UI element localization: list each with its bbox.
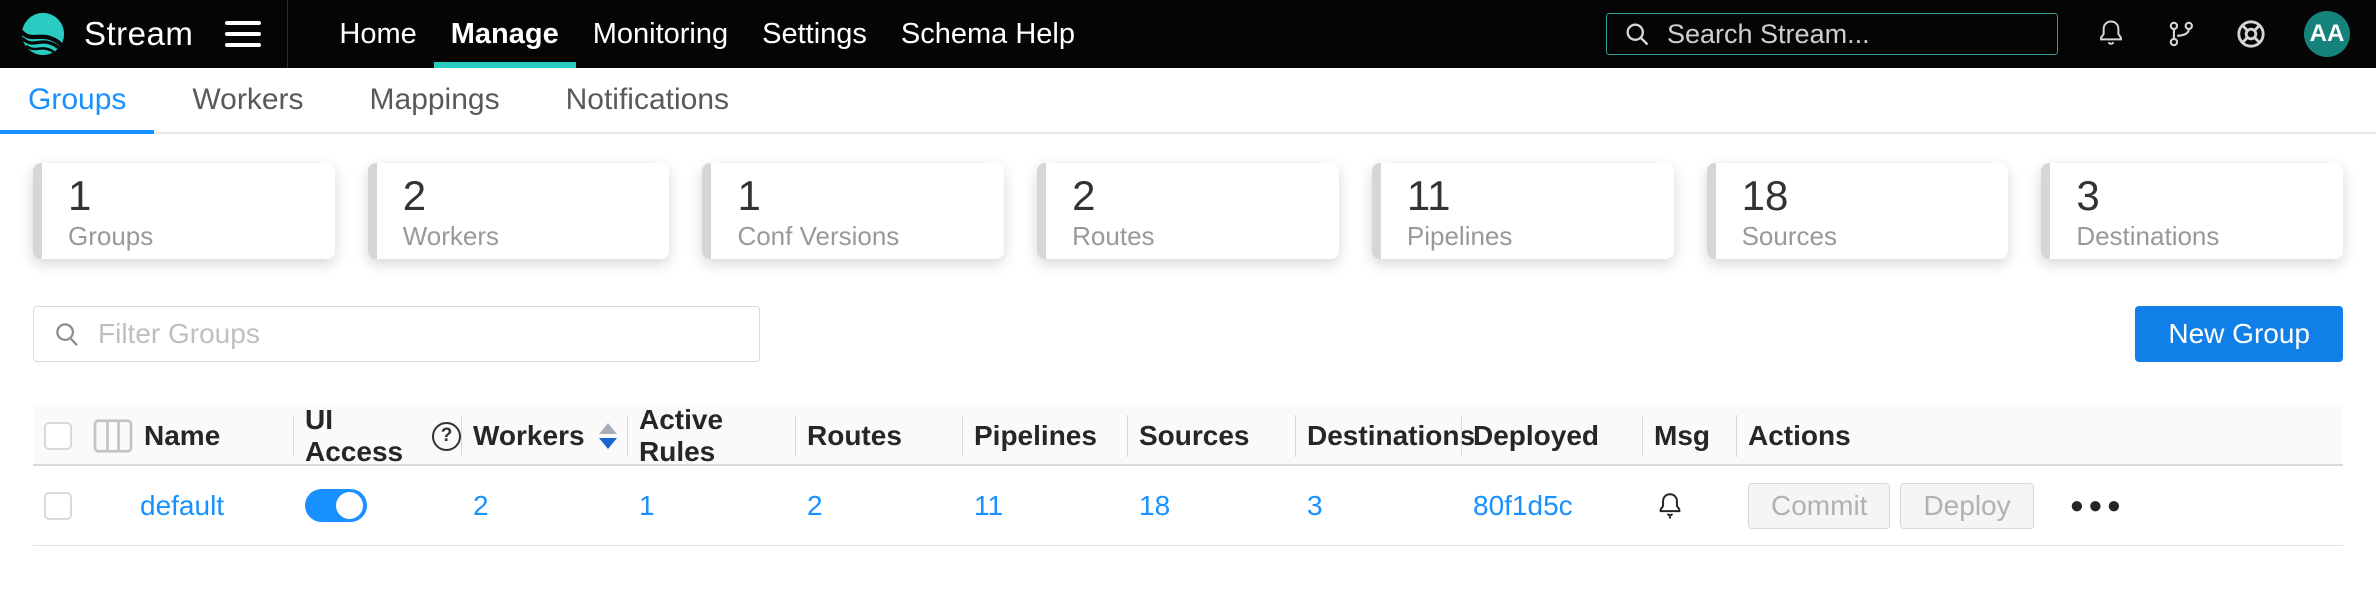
header-workers[interactable]: Workers xyxy=(461,404,627,468)
stat-label: Destinations xyxy=(2076,221,2220,252)
header-pipelines[interactable]: Pipelines xyxy=(962,404,1127,468)
stat-label: Pipelines xyxy=(1406,221,1513,252)
cell-destinations: 3 xyxy=(1295,466,1461,545)
git-branch-icon[interactable] xyxy=(2164,17,2198,51)
deployed-version-link[interactable]: 80f1d5c xyxy=(1473,490,1573,522)
stats-cards: 1 Groups 2 Workers 1 Conf Versions 2 Rou… xyxy=(33,163,2344,259)
stat-label: Routes xyxy=(1072,221,1155,252)
search-icon xyxy=(1626,23,1649,46)
nav-item-home[interactable]: Home xyxy=(322,0,433,68)
stat-card-conf-versions[interactable]: 1 Conf Versions xyxy=(702,163,1005,259)
tab-notifications[interactable]: Notifications xyxy=(538,68,757,132)
column-chooser-icon[interactable] xyxy=(92,418,134,454)
stat-value: 18 xyxy=(1741,172,1789,219)
cell-routes: 2 xyxy=(795,466,962,545)
stat-value: 11 xyxy=(1406,172,1451,219)
header-active-rules[interactable]: Active Rules xyxy=(627,404,795,468)
header-workers-label: Workers xyxy=(473,420,585,451)
stat-value: 3 xyxy=(2076,172,2100,219)
header-msg[interactable]: Msg xyxy=(1642,404,1736,468)
navbar-right: AA xyxy=(1606,0,2376,68)
table-row: default 2 1 2 11 18 3 80f1d5c Commit Dep… xyxy=(33,466,2343,546)
table-toolbar: New Group xyxy=(33,306,2343,362)
header-sources[interactable]: Sources xyxy=(1127,404,1295,468)
cell-workers: 2 xyxy=(461,466,627,545)
main-nav: Home Manage Monitoring Settings Schema H… xyxy=(322,0,1092,68)
cell-ui-access xyxy=(293,466,461,545)
message-bell-icon[interactable] xyxy=(1654,490,1686,522)
stat-label: Sources xyxy=(1741,221,1837,252)
notifications-bell-icon[interactable] xyxy=(2094,17,2128,51)
commit-button[interactable]: Commit xyxy=(1748,482,1891,529)
deploy-button[interactable]: Deploy xyxy=(1900,482,2034,529)
sub-tabbar: Groups Workers Mappings Notifications xyxy=(0,68,2376,134)
stat-label: Groups xyxy=(68,221,154,252)
sources-count-link[interactable]: 18 xyxy=(1139,490,1170,522)
tab-groups[interactable]: Groups xyxy=(0,68,155,134)
header-name: Name xyxy=(33,404,293,468)
stat-value: 1 xyxy=(737,172,761,219)
sort-carets-icon[interactable] xyxy=(598,423,617,449)
cell-msg xyxy=(1642,466,1736,545)
navbar-divider xyxy=(287,0,289,68)
ui-access-toggle[interactable] xyxy=(305,489,367,522)
select-all-checkbox[interactable] xyxy=(44,422,72,450)
global-search[interactable] xyxy=(1606,13,2058,55)
routes-count-link[interactable]: 2 xyxy=(807,490,823,522)
stat-value: 1 xyxy=(68,172,92,219)
active-rules-link[interactable]: 1 xyxy=(639,490,655,522)
workers-count-link[interactable]: 2 xyxy=(473,490,489,522)
header-ui-access[interactable]: UI Access ? xyxy=(293,404,461,468)
nav-item-manage[interactable]: Manage xyxy=(433,0,576,68)
stat-value: 2 xyxy=(402,172,427,219)
cell-name: default xyxy=(33,466,293,545)
question-circle-icon[interactable]: ? xyxy=(432,421,461,451)
nav-item-monitoring[interactable]: Monitoring xyxy=(576,0,745,68)
cell-active-rules: 1 xyxy=(627,466,795,545)
tab-workers[interactable]: Workers xyxy=(164,68,331,132)
group-name-link[interactable]: default xyxy=(140,490,224,522)
cell-sources: 18 xyxy=(1127,466,1295,545)
stat-card-groups[interactable]: 1 Groups xyxy=(33,163,335,259)
global-search-input[interactable] xyxy=(1667,18,2041,50)
hamburger-menu-icon[interactable] xyxy=(225,21,262,47)
top-navbar: Stream Home Manage Monitoring Settings S… xyxy=(0,0,2376,68)
nav-item-schema-help[interactable]: Schema Help xyxy=(884,0,1092,68)
row-more-menu-icon[interactable]: ●●● xyxy=(2070,492,2126,520)
destinations-count-link[interactable]: 3 xyxy=(1307,490,1323,522)
brand-name: Stream xyxy=(84,15,194,52)
nav-item-settings[interactable]: Settings xyxy=(745,0,884,68)
new-group-button[interactable]: New Group xyxy=(2135,306,2343,362)
stat-card-routes[interactable]: 2 Routes xyxy=(1037,163,1339,259)
table-header-row: Name UI Access ? Workers Active Rules Ro… xyxy=(33,404,2343,468)
cell-actions: Commit Deploy ●●● xyxy=(1736,466,2343,545)
header-ui-access-label: UI Access xyxy=(305,404,404,467)
header-destinations[interactable]: Destinations xyxy=(1295,404,1475,468)
stat-label: Workers xyxy=(402,221,500,252)
stat-card-destinations[interactable]: 3 Destinations xyxy=(2041,163,2344,259)
filter-groups-box[interactable] xyxy=(33,306,760,362)
stat-card-sources[interactable]: 18 Sources xyxy=(1706,163,2009,259)
stat-card-pipelines[interactable]: 11 Pipelines xyxy=(1371,163,1674,259)
header-name-label[interactable]: Name xyxy=(144,420,220,452)
header-deployed[interactable]: Deployed xyxy=(1461,404,1642,468)
filter-groups-input[interactable] xyxy=(98,318,741,350)
header-routes[interactable]: Routes xyxy=(795,404,962,468)
row-checkbox[interactable] xyxy=(44,491,72,520)
pipelines-count-link[interactable]: 11 xyxy=(974,490,1003,522)
help-lifesaver-icon[interactable] xyxy=(2234,17,2268,51)
user-avatar[interactable]: AA xyxy=(2304,11,2350,57)
cell-pipelines: 11 xyxy=(962,466,1127,545)
stat-card-workers[interactable]: 2 Workers xyxy=(367,163,670,259)
cell-deployed: 80f1d5c xyxy=(1461,466,1642,545)
tab-mappings[interactable]: Mappings xyxy=(342,68,528,132)
header-actions: Actions xyxy=(1736,404,2343,468)
brand: Stream xyxy=(0,0,287,68)
groups-table: Name UI Access ? Workers Active Rules Ro… xyxy=(33,404,2343,546)
stream-logo-icon xyxy=(21,12,65,56)
stat-value: 2 xyxy=(1072,172,1096,219)
filter-search-icon xyxy=(56,323,78,347)
stat-label: Conf Versions xyxy=(737,221,900,252)
